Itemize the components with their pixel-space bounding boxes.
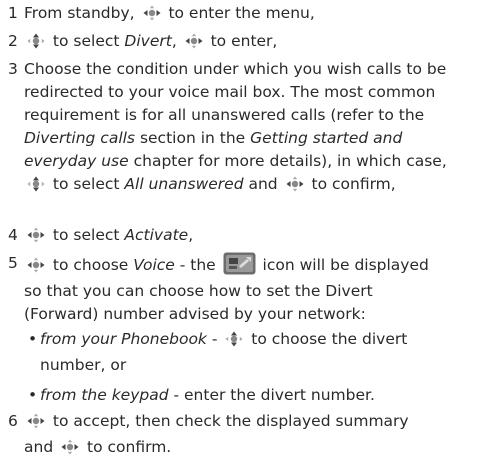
nav-left-right-icon <box>143 5 161 28</box>
step-text: to select <box>48 226 125 244</box>
nav-left-right-icon <box>27 227 45 250</box>
step-number: 1 <box>8 4 18 22</box>
step-line: to accept, then check the displayed summ… <box>24 410 470 436</box>
divert-screen-icon <box>223 252 256 275</box>
step-text: to enter the menu, <box>163 4 315 22</box>
step-line: (Forward) number advised by your network… <box>24 305 366 323</box>
chapter-ref: everyday use <box>24 152 129 170</box>
step-number: 3 <box>8 60 18 78</box>
step-text: to confirm, <box>306 175 396 193</box>
nav-up-down-icon <box>27 176 45 199</box>
nav-left-right-icon <box>286 176 304 199</box>
step-text: and <box>243 175 283 193</box>
step-text: to choose <box>48 256 134 274</box>
step-line: everyday use chapter for more details), … <box>24 150 470 173</box>
step-line: Diverting calls section in the Getting s… <box>24 127 470 150</box>
step-text: section in the <box>135 129 251 147</box>
nav-left-right-icon <box>185 33 203 56</box>
step-text: to enter, <box>205 32 278 50</box>
sub-bullet-keypad: • from the keypad - enter the divert numb… <box>28 384 470 407</box>
step-line: to select All unanswered and to confirm, <box>24 173 470 199</box>
section-ref: Diverting calls <box>24 129 136 147</box>
step-number: 5 <box>8 254 18 272</box>
nav-left-right-icon <box>27 257 45 280</box>
step-text: chapter for more details), in which case… <box>128 152 447 170</box>
option-term: from your Phonebook <box>40 330 207 348</box>
sub-bullet-phonebook: • from your Phonebook - to choose the div… <box>28 328 470 377</box>
bullet-dot: • <box>28 386 38 404</box>
menu-term: Activate <box>124 226 189 244</box>
step-text: - <box>206 330 223 348</box>
step-number: 4 <box>8 226 18 244</box>
step-text: to confirm. <box>82 438 172 456</box>
nav-left-right-icon <box>27 413 45 436</box>
step-line: so that you can choose how to set the Di… <box>24 282 373 300</box>
step-number: 6 <box>8 412 18 430</box>
instruction-page: 1 From standby, to enter the menu, 2 to … <box>0 0 478 456</box>
step-text: , <box>188 226 194 244</box>
step-text: to select <box>48 32 125 50</box>
step-text: to select <box>48 175 125 193</box>
menu-term: All unanswered <box>124 175 244 193</box>
option-term: from the keypad <box>40 386 169 404</box>
step-line: requirement is for all unanswered calls … <box>24 106 425 124</box>
step-number: 2 <box>8 32 18 50</box>
step-line: redirected to your voice mail box. The m… <box>24 83 436 101</box>
menu-term: Divert <box>124 32 172 50</box>
step-line: and to confirm. <box>24 436 470 462</box>
step-text: , <box>171 32 182 50</box>
chapter-ref: Getting started and <box>250 129 403 147</box>
step-text: icon will be displayed <box>257 256 429 274</box>
step-text: - enter the divert number. <box>168 386 375 404</box>
step-text: to accept, then check the displayed summ… <box>48 412 409 430</box>
nav-up-down-icon <box>27 33 45 56</box>
nav-up-down-icon <box>225 331 243 354</box>
step-text: From standby, <box>24 4 140 22</box>
step-line: number, or <box>40 356 127 374</box>
step-line: Choose the condition under which you wis… <box>24 60 447 78</box>
step-text: to choose the divert <box>246 330 408 348</box>
bullet-dot: • <box>28 330 38 348</box>
step-line: to choose Voice - the icon will be displ… <box>24 252 470 280</box>
step-text: and <box>24 438 59 456</box>
step-text: - the <box>174 256 221 274</box>
menu-term: Voice <box>133 256 175 274</box>
nav-left-right-icon <box>61 439 79 462</box>
